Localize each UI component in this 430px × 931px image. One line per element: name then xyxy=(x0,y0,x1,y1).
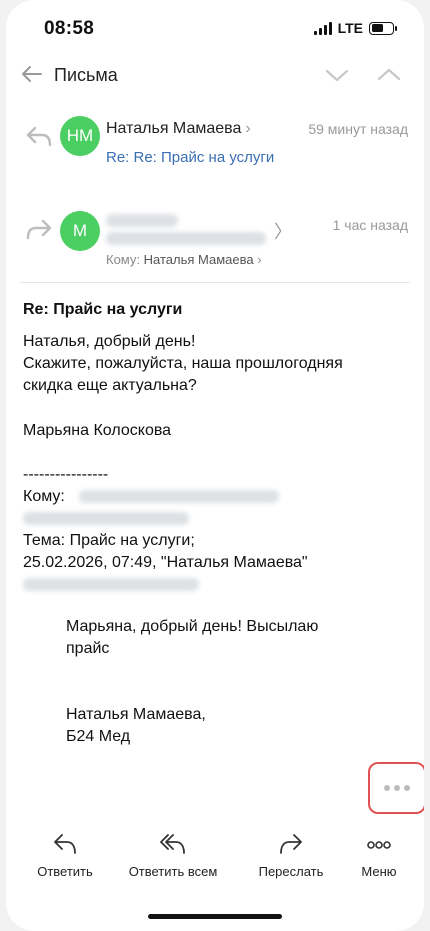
avatar[interactable]: М xyxy=(60,211,100,251)
network-type: LTE xyxy=(337,20,363,36)
phone-screen: 08:58 LTE Письма НМ Наталья Мамаева › 59 … xyxy=(6,0,424,931)
blurred-sender-email xyxy=(106,232,266,245)
quote-separator: ---------------- xyxy=(23,466,109,483)
message-time: 59 минут назад xyxy=(308,121,408,137)
chevron-down-icon[interactable] xyxy=(324,64,350,86)
reply-all-button[interactable]: Ответить всем xyxy=(118,832,228,879)
sender-name[interactable]: Наталья Мамаева › xyxy=(106,120,251,138)
status-time: 08:58 xyxy=(44,18,95,39)
reply-icon xyxy=(54,834,76,854)
reply-icon xyxy=(26,126,52,147)
recipient-line[interactable]: Кому: Наталья Мамаева › xyxy=(106,252,262,267)
avatar[interactable]: НМ xyxy=(60,116,100,156)
page-title: Письма xyxy=(54,65,118,85)
recipient-label: Кому: xyxy=(106,252,140,267)
email-question: Скажите, пожалуйста, наша прошлогодняя с… xyxy=(23,355,343,394)
sender-name-text: Наталья Мамаева xyxy=(106,120,242,137)
chevron-right-icon: › xyxy=(257,252,262,267)
message-subject[interactable]: Re: Re: Прайс на услуги xyxy=(106,149,274,166)
more-options-button[interactable] xyxy=(368,762,424,814)
blurred-sender-email xyxy=(23,578,199,591)
more-dots-icon xyxy=(367,841,391,849)
status-indicators: LTE xyxy=(313,20,397,36)
chevron-up-icon[interactable] xyxy=(376,64,402,86)
back-arrow-icon[interactable] xyxy=(20,62,44,86)
reply-button[interactable]: Ответить xyxy=(10,832,120,879)
quote-to-label: Кому: xyxy=(23,488,65,505)
reply-all-icon xyxy=(160,834,185,854)
reply-all-label: Ответить всем xyxy=(128,864,218,879)
chevron-right-icon: › xyxy=(245,120,251,137)
quoted-greeting: Марьяна, добрый день! Высылаю прайс xyxy=(66,618,319,657)
blurred-sender-name xyxy=(106,214,178,227)
recipient-name: Наталья Мамаева xyxy=(143,252,254,267)
menu-button[interactable]: Меню xyxy=(324,832,424,879)
blurred-recipient-email xyxy=(23,512,189,525)
chevron-right-icon[interactable]: 〉 xyxy=(274,218,292,244)
message-time: 1 час назад xyxy=(332,217,408,233)
blurred-recipient-email xyxy=(79,490,279,503)
email-signature: Марьяна Колоскова xyxy=(23,422,172,439)
home-indicator[interactable] xyxy=(148,914,282,919)
email-greeting: Наталья, добрый день! xyxy=(23,333,196,350)
menu-label: Меню xyxy=(361,864,397,879)
forward-icon xyxy=(280,834,302,854)
signal-icon xyxy=(313,21,332,35)
quoted-signature: Наталья Мамаева, Б24 Мед xyxy=(66,706,206,745)
divider xyxy=(20,282,410,283)
reply-label: Ответить xyxy=(37,864,93,879)
bottom-toolbar: Ответить Ответить всем Переслать Меню xyxy=(6,832,424,892)
quote-topic: Тема: Прайс на услуги; xyxy=(23,532,195,549)
quote-date-line: 25.02.2026, 07:49, "Наталья Мамаева" xyxy=(23,554,308,571)
forward-icon xyxy=(26,219,52,240)
forward-label: Переслать xyxy=(258,864,324,879)
email-subject: Re: Прайс на услуги xyxy=(23,301,183,318)
more-dots-icon xyxy=(384,785,390,791)
battery-icon xyxy=(369,21,397,35)
